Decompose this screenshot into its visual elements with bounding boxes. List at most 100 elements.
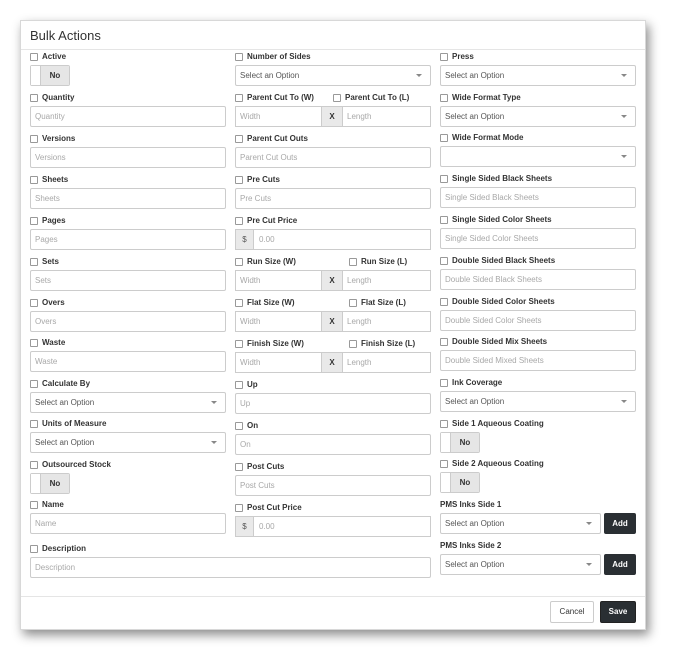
outsourced-stock-checkbox[interactable]	[30, 461, 38, 469]
number-of-sides-checkbox[interactable]	[235, 53, 243, 61]
units-of-measure-checkbox[interactable]	[30, 420, 38, 428]
wide-format-mode-select[interactable]	[440, 146, 636, 167]
pms-side1-select[interactable]: Select an Option	[440, 513, 601, 534]
parent-cut-length-input[interactable]: Length	[342, 106, 431, 127]
calculate-by-checkbox[interactable]	[30, 380, 38, 388]
side1-aqueous-toggle[interactable]: No	[440, 432, 480, 453]
single-sided-color-label: Single Sided Color Sheets	[452, 215, 552, 224]
side2-aqueous-label: Side 2 Aqueous Coating	[452, 459, 544, 468]
pre-cuts-checkbox[interactable]	[235, 176, 243, 184]
quantity-label: Quantity	[42, 93, 75, 102]
single-sided-color-checkbox[interactable]	[440, 216, 448, 224]
pms-side2-value: Select an Option	[445, 560, 505, 569]
versions-checkbox[interactable]	[30, 135, 38, 143]
field-sheets: Sheets	[30, 174, 226, 209]
pms-side2-select[interactable]: Select an Option	[440, 554, 601, 575]
single-sided-black-input[interactable]	[440, 187, 636, 208]
wide-format-type-label: Wide Format Type	[452, 93, 521, 102]
outsourced-stock-toggle[interactable]: No	[30, 473, 70, 494]
side1-aqueous-checkbox[interactable]	[440, 420, 448, 428]
flat-size-width-input[interactable]: Width	[235, 311, 322, 332]
double-sided-mix-input[interactable]	[440, 350, 636, 371]
calculate-by-select[interactable]: Select an Option	[30, 392, 226, 413]
on-checkbox[interactable]	[235, 422, 243, 430]
sheets-input[interactable]	[30, 188, 226, 209]
post-cuts-checkbox[interactable]	[235, 463, 243, 471]
double-sided-mix-checkbox[interactable]	[440, 338, 448, 346]
single-sided-black-checkbox[interactable]	[440, 175, 448, 183]
double-sided-black-input[interactable]	[440, 269, 636, 290]
wide-format-type-checkbox[interactable]	[440, 94, 448, 102]
post-cuts-input[interactable]	[235, 475, 431, 496]
on-input[interactable]	[235, 434, 431, 455]
field-overs: Overs	[30, 297, 226, 332]
pre-cut-price-checkbox[interactable]	[235, 217, 243, 225]
double-sided-black-checkbox[interactable]	[440, 257, 448, 265]
save-button[interactable]: Save	[600, 601, 636, 623]
flat-size-length-input[interactable]: Length	[342, 311, 431, 332]
flat-size-w-checkbox[interactable]	[235, 299, 243, 307]
name-checkbox[interactable]	[30, 501, 38, 509]
field-double-sided-mix: Double Sided Mix Sheets	[440, 336, 636, 371]
versions-input[interactable]	[30, 147, 226, 168]
up-input[interactable]	[235, 393, 431, 414]
double-sided-color-input[interactable]	[440, 310, 636, 331]
post-cut-price-checkbox[interactable]	[235, 504, 243, 512]
run-size-width-input[interactable]: Width	[235, 270, 322, 291]
run-size-l-checkbox[interactable]	[349, 258, 357, 266]
sets-checkbox[interactable]	[30, 258, 38, 266]
active-toggle[interactable]: No	[30, 65, 70, 86]
field-quantity: Quantity	[30, 92, 226, 127]
ink-coverage-checkbox[interactable]	[440, 379, 448, 387]
active-checkbox[interactable]	[30, 53, 38, 61]
finish-size-length-input[interactable]: Length	[342, 352, 431, 373]
sheets-checkbox[interactable]	[30, 176, 38, 184]
description-input[interactable]	[30, 557, 431, 578]
pages-input[interactable]	[30, 229, 226, 250]
sets-input[interactable]	[30, 270, 226, 291]
parent-cut-to-l-checkbox[interactable]	[333, 94, 341, 102]
single-sided-color-input[interactable]	[440, 228, 636, 249]
x-separator: X	[321, 106, 343, 127]
number-of-sides-select[interactable]: Select an Option	[235, 65, 431, 86]
ink-coverage-select[interactable]: Select an Option	[440, 391, 636, 412]
up-checkbox[interactable]	[235, 381, 243, 389]
finish-size-width-input[interactable]: Width	[235, 352, 322, 373]
press-checkbox[interactable]	[440, 53, 448, 61]
quantity-input[interactable]	[30, 106, 226, 127]
description-checkbox[interactable]	[30, 545, 38, 553]
finish-size-l-checkbox[interactable]	[349, 340, 357, 348]
pms-side1-add-button[interactable]: Add	[604, 513, 636, 534]
post-cut-price-input[interactable]: 0.00	[253, 516, 431, 537]
parent-cut-to-w-checkbox[interactable]	[235, 94, 243, 102]
double-sided-color-label: Double Sided Color Sheets	[452, 297, 555, 306]
pre-cut-price-input[interactable]: 0.00	[253, 229, 431, 250]
wide-format-type-select[interactable]: Select an Option	[440, 106, 636, 127]
wide-format-mode-checkbox[interactable]	[440, 134, 448, 142]
single-sided-black-label: Single Sided Black Sheets	[452, 174, 553, 183]
side2-aqueous-checkbox[interactable]	[440, 460, 448, 468]
pre-cuts-input[interactable]	[235, 188, 431, 209]
overs-checkbox[interactable]	[30, 299, 38, 307]
field-single-sided-color: Single Sided Color Sheets	[440, 214, 636, 249]
pages-checkbox[interactable]	[30, 217, 38, 225]
parent-cut-width-input[interactable]: Width	[235, 106, 322, 127]
side1-aqueous-toggle-value: No	[451, 433, 479, 452]
side2-aqueous-toggle[interactable]: No	[440, 472, 480, 493]
press-select[interactable]: Select an Option	[440, 65, 636, 86]
pms-side2-add-button[interactable]: Add	[604, 554, 636, 575]
double-sided-color-checkbox[interactable]	[440, 298, 448, 306]
overs-input[interactable]	[30, 311, 226, 332]
parent-cut-outs-checkbox[interactable]	[235, 135, 243, 143]
cancel-button[interactable]: Cancel	[550, 601, 594, 623]
quantity-checkbox[interactable]	[30, 94, 38, 102]
finish-size-w-checkbox[interactable]	[235, 340, 243, 348]
waste-input[interactable]	[30, 351, 226, 372]
flat-size-l-checkbox[interactable]	[349, 299, 357, 307]
run-size-w-checkbox[interactable]	[235, 258, 243, 266]
parent-cut-outs-input[interactable]	[235, 147, 431, 168]
run-size-length-input[interactable]: Length	[342, 270, 431, 291]
waste-checkbox[interactable]	[30, 339, 38, 347]
units-of-measure-select[interactable]: Select an Option	[30, 432, 226, 453]
name-input[interactable]	[30, 513, 226, 534]
